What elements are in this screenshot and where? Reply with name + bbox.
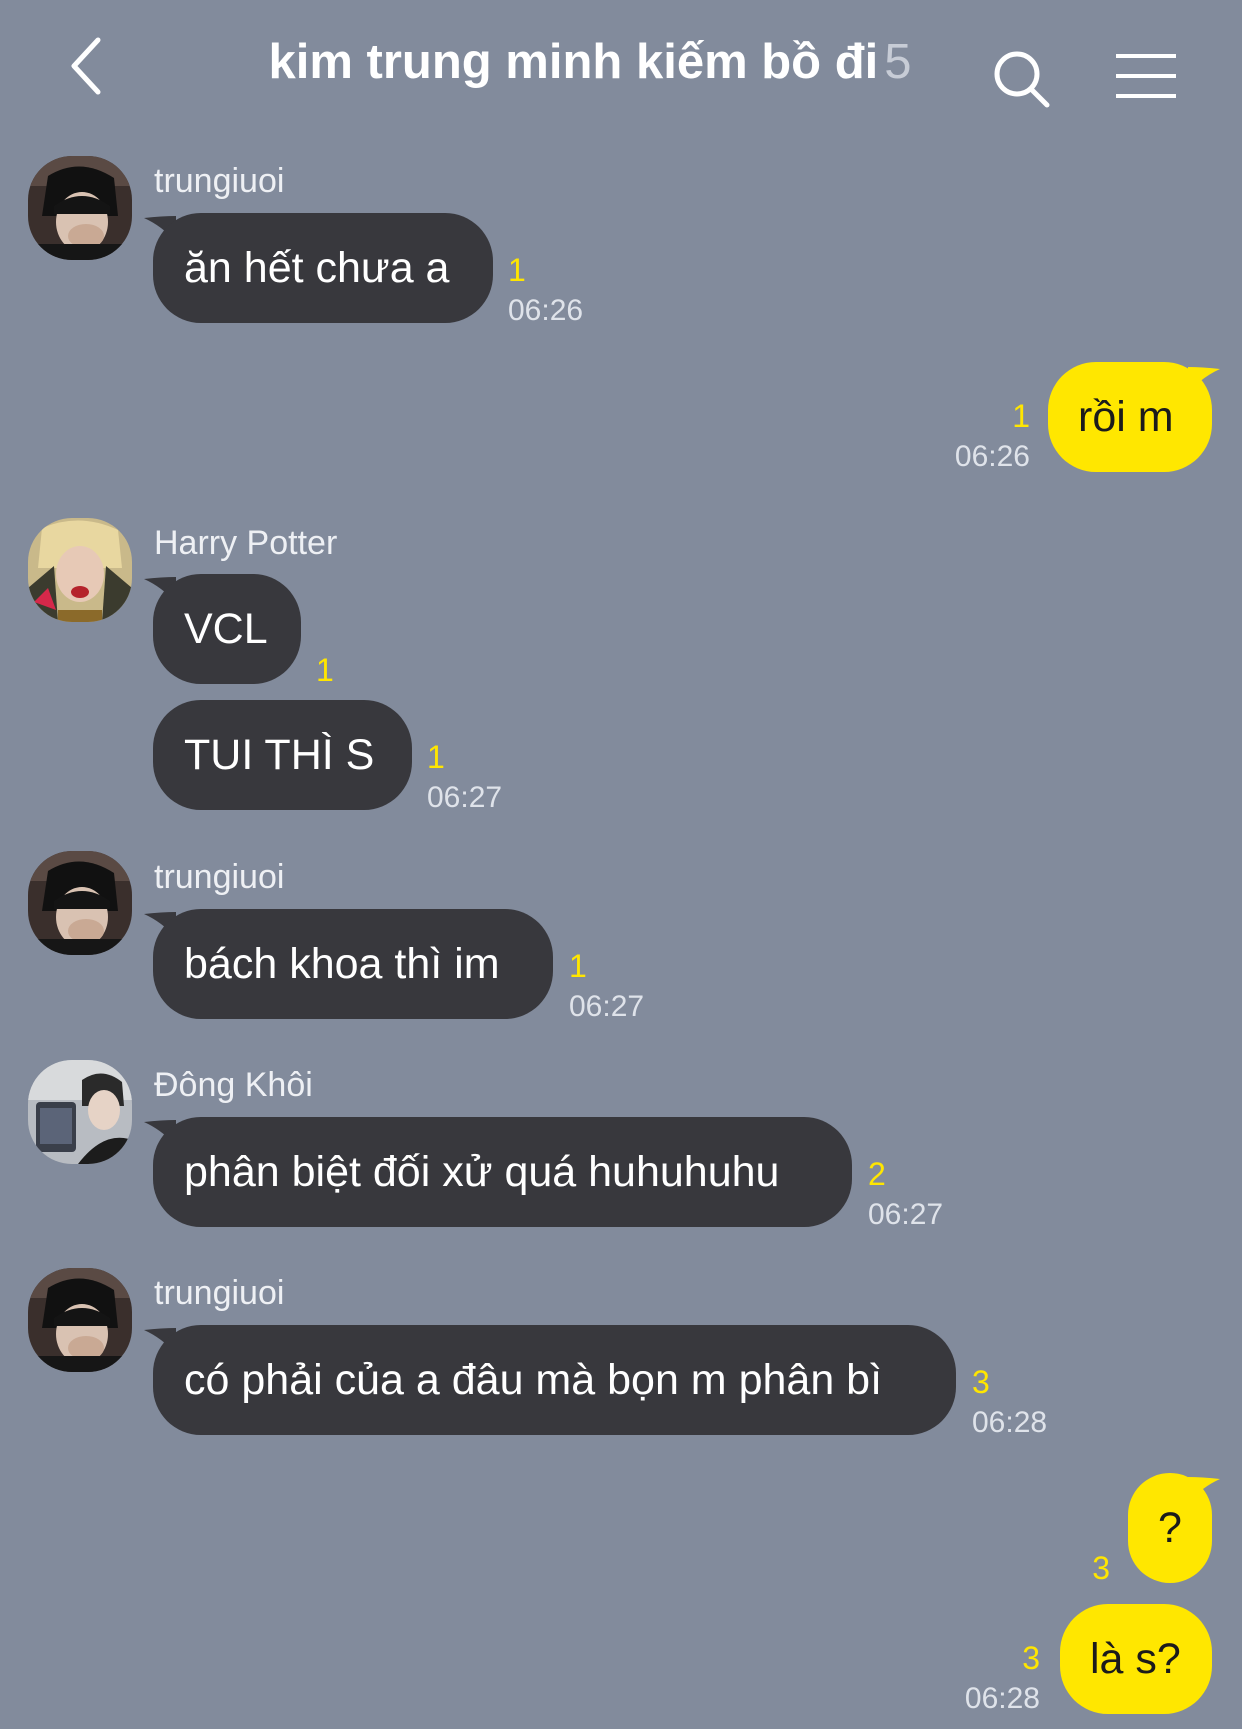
unread-count: 1	[427, 739, 445, 775]
message-time: 06:26	[954, 440, 1030, 473]
chat-title-text: kim trung minh kiếm bồ đi	[268, 35, 879, 89]
unread-count: 1	[569, 948, 587, 984]
avatar-trungiuoi[interactable]	[28, 851, 132, 955]
message-time: 06:28	[972, 1406, 1048, 1439]
message-bubble-incoming[interactable]: phân biệt đối xử quá huhuhuhu	[153, 1117, 852, 1227]
sender-name: trungiuoi	[154, 858, 285, 896]
sender-name: trungiuoi	[154, 162, 285, 200]
message-bubble-outgoing[interactable]: rồi m	[1048, 362, 1212, 472]
message-bubble-outgoing[interactable]: ?	[1128, 1473, 1212, 1583]
unread-count: 3	[1022, 1640, 1040, 1676]
message-bubble-incoming[interactable]: TUI THÌ S	[153, 700, 412, 810]
menu-button[interactable]	[1114, 52, 1178, 100]
chat-title: kim trung minh kiếm bồ đi 5	[200, 34, 980, 90]
message-bubble-incoming[interactable]: bách khoa thì im	[153, 909, 553, 1019]
message-time: 06:27	[427, 781, 503, 814]
message-bubble-outgoing[interactable]: là s?	[1060, 1604, 1212, 1714]
avatar-trungiuoi[interactable]	[28, 156, 132, 260]
chat-header: kim trung minh kiếm bồ đi 5	[0, 0, 1242, 130]
unread-count: 2	[868, 1156, 886, 1192]
menu-icon	[1116, 54, 1176, 98]
back-button[interactable]	[62, 32, 118, 100]
unread-count: 1	[508, 252, 526, 288]
search-button[interactable]	[990, 48, 1056, 110]
unread-count: 3	[972, 1364, 990, 1400]
message-time: 06:28	[964, 1682, 1040, 1715]
message-bubble-incoming[interactable]: VCL	[153, 574, 301, 684]
search-icon	[994, 51, 1050, 108]
avatar-trungiuoi[interactable]	[28, 1268, 132, 1372]
sender-name: trungiuoi	[154, 1274, 285, 1312]
unread-count: 3	[1092, 1550, 1110, 1586]
member-count: 5	[884, 35, 912, 89]
message-bubble-incoming[interactable]: ăn hết chưa a	[153, 213, 493, 323]
message-time: 06:26	[508, 294, 584, 327]
unread-count: 1	[316, 652, 334, 688]
message-time: 06:27	[868, 1198, 944, 1231]
unread-count: 1	[1012, 398, 1030, 434]
chevron-left-icon	[71, 37, 101, 95]
message-time: 06:27	[569, 990, 645, 1023]
sender-name: Đông Khôi	[154, 1066, 313, 1104]
message-bubble-incoming[interactable]: có phải của a đâu mà bọn m phân bì	[153, 1325, 956, 1435]
avatar-dong-khoi[interactable]	[28, 1060, 132, 1164]
avatar-harry-potter[interactable]	[28, 518, 132, 622]
sender-name: Harry Potter	[154, 524, 338, 562]
